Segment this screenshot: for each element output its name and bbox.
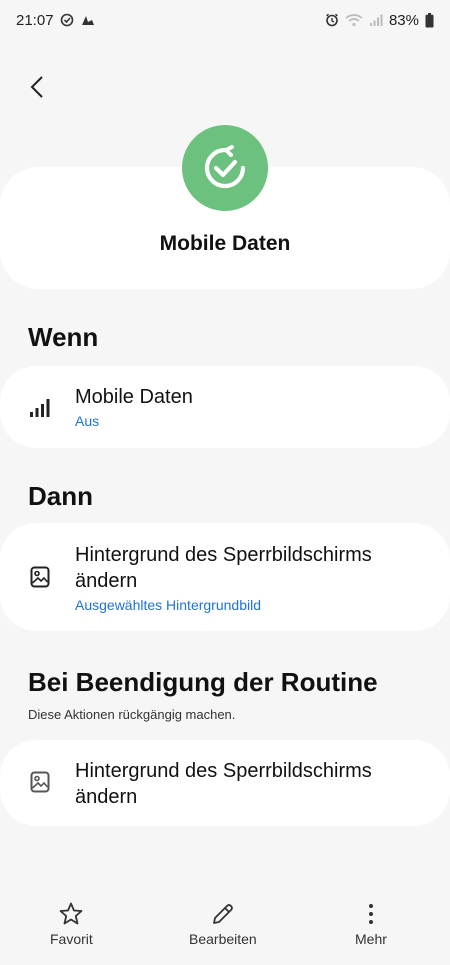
battery-percent: 83% — [388, 11, 419, 29]
section-heading-if: Wenn — [28, 322, 99, 352]
edit-label: Bearbeiten — [189, 931, 257, 947]
favorite-label: Favorit — [50, 931, 93, 947]
status-right: 83% — [325, 12, 434, 29]
condition-card-mobile-data[interactable]: Mobile Daten Aus — [0, 366, 450, 448]
more-label: Mehr — [355, 931, 387, 947]
status-bar: 21:07 83% — [0, 0, 450, 40]
action-value: Ausgewähltes Hintergrundbild — [75, 597, 261, 613]
end-action-card-text: Hintergrund des Sperrbildschirms ändern — [75, 758, 430, 810]
signal-bars-icon — [28, 396, 52, 420]
routine-title: Mobile Daten — [159, 232, 291, 255]
action-card-lockscreen-wallpaper[interactable]: Hintergrund des Sperrbildschirms ändern … — [0, 523, 450, 631]
status-left: 21:07 — [16, 12, 96, 29]
routine-check-status-icon — [60, 13, 74, 27]
bottom-navigation: Favorit Bearbeiten Mehr — [0, 895, 450, 965]
image-icon — [28, 770, 52, 794]
cell-signal-status-icon — [369, 13, 383, 27]
end-action-title: Hintergrund des Sperrbildschirms ändern — [75, 760, 372, 808]
alarm-icon — [325, 13, 339, 27]
edit-button[interactable]: Bearbeiten — [189, 901, 257, 947]
pencil-icon — [212, 904, 233, 924]
end-action-card-lockscreen-wallpaper[interactable]: Hintergrund des Sperrbildschirms ändern — [0, 740, 450, 826]
section-heading-then: Dann — [28, 481, 93, 511]
sleep-mode-icon — [80, 13, 96, 27]
condition-value: Aus — [75, 413, 100, 429]
more-button[interactable]: Mehr — [355, 901, 387, 947]
battery-icon — [425, 12, 434, 28]
star-icon — [59, 902, 83, 925]
condition-title: Mobile Daten — [75, 386, 193, 408]
condition-card-text: Mobile Daten Aus — [75, 384, 430, 429]
back-arrow-icon — [30, 76, 43, 98]
back-button[interactable] — [20, 70, 54, 104]
section-subtitle-end: Diese Aktionen rückgängig machen. — [28, 707, 236, 722]
status-time: 21:07 — [16, 11, 54, 29]
more-vertical-icon — [368, 904, 373, 924]
wifi-icon — [345, 13, 363, 27]
section-heading-end: Bei Beendigung der Routine — [28, 667, 378, 697]
action-card-text: Hintergrund des Sperrbildschirms ändern … — [75, 542, 430, 613]
action-title: Hintergrund des Sperrbildschirms ändern — [75, 544, 372, 592]
image-icon — [28, 565, 52, 589]
check-refresh-icon — [182, 125, 268, 211]
favorite-button[interactable]: Favorit — [50, 901, 93, 947]
